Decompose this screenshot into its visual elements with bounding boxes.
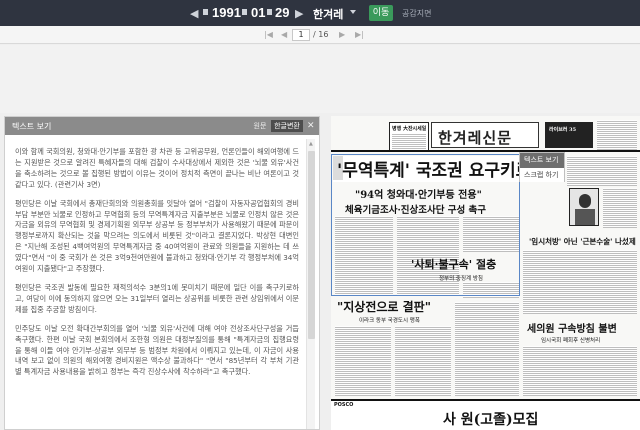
last-page-icon[interactable]: ▶| — [355, 30, 364, 39]
scroll-thumb[interactable] — [308, 151, 315, 339]
arrest-headline: 세의원 구속방침 불변 — [527, 324, 617, 335]
text-scrollbar[interactable]: ▲ — [306, 139, 315, 429]
year-stepper-icon[interactable] — [203, 9, 208, 15]
article-paragraph: 평민당은 국조권 발동에 필요한 재적의석수 3분의1에 못미치기 때문에 일단… — [15, 282, 299, 314]
guide-link[interactable]: 공감지면 — [402, 8, 431, 19]
promo-label: 라이브러 35 — [549, 127, 577, 133]
original-text-button[interactable]: 원문 — [249, 120, 271, 132]
selected-article-outline[interactable] — [331, 154, 520, 296]
newspaper-select[interactable]: 한겨레 — [313, 6, 343, 22]
text-view-panel: 텍스트 보기 원문 한글변환 ✕ 이와 함께 국회의원, 청와대·안기부를 포함… — [4, 116, 320, 430]
text-view-header: 텍스트 보기 원문 한글변환 ✕ — [5, 117, 319, 135]
bottom-headline: "지상전으로 결판" — [337, 300, 431, 314]
date-toolbar: ◀ 1991 01 29 ▶ 한겨레 이동 공감지면 — [0, 0, 640, 26]
promo-box-right: 라이브러 35 — [545, 122, 593, 148]
page-total: / 16 — [313, 30, 329, 39]
go-button[interactable]: 이동 — [369, 5, 393, 21]
article-paragraph: 이와 함께 국회의원, 청와대·안기부를 포함한 광 차관 등 고위공무원, 언… — [15, 147, 299, 189]
event-label: 병행 大잔시세일 — [392, 126, 427, 132]
article-text: 이와 함께 국회의원, 청와대·안기부를 포함한 광 차관 등 고위공무원, 언… — [5, 137, 305, 429]
hangul-convert-button[interactable]: 한글변환 — [271, 120, 303, 132]
month-stepper-icon[interactable] — [242, 9, 247, 15]
article-popup-menu: 텍스트 보기 스크랩 하기 — [519, 152, 565, 182]
newspaper-masthead: 한겨레신문 — [431, 122, 539, 148]
popup-text-view[interactable]: 텍스트 보기 — [520, 153, 564, 168]
chevron-down-icon[interactable] — [350, 10, 356, 14]
article-paragraph: 민주당도 이날 오전 확대간부회의를 열어 '뇌물 외유'사건에 대해 여야 전… — [15, 323, 299, 377]
page-navigation: |◀ ◀ 1 / 16 ▶ ▶| — [0, 26, 640, 44]
month-field[interactable]: 01 — [251, 5, 265, 20]
day-field[interactable]: 29 — [275, 5, 289, 20]
right-headline: '임시처방' 아닌 '근본수술' 나섰제 — [529, 237, 636, 246]
posco-logo: POSCO — [334, 402, 354, 408]
page-number-input[interactable]: 1 — [292, 29, 310, 41]
portrait-photo — [569, 188, 599, 226]
year-field[interactable]: 1991 — [212, 5, 241, 20]
scroll-up-icon[interactable]: ▲ — [309, 141, 313, 147]
newspaper-page-image[interactable]: 병행 大잔시세일 한겨레신문 라이브러 35 '무역특계' 국조권 요구키로 "… — [331, 116, 640, 430]
arrest-subhead: 임시국회 폐회후 신병처리 — [541, 338, 601, 344]
ad-headline: 사 원(고졸)모집 — [443, 412, 539, 428]
next-page-icon[interactable]: ▶ — [339, 30, 345, 39]
prev-page-icon[interactable]: ◀ — [281, 30, 287, 39]
day-stepper-icon[interactable] — [267, 9, 272, 15]
text-view-title: 텍스트 보기 — [12, 122, 52, 131]
close-icon[interactable]: ✕ — [307, 120, 315, 132]
first-page-icon[interactable]: |◀ — [264, 30, 273, 39]
bottom-subhead: 이라크 동부 국경도시 맹폭 — [359, 318, 420, 324]
prev-year-icon[interactable]: ◀ — [190, 7, 198, 20]
masthead-text: 한겨레신문 — [438, 129, 513, 147]
popup-scrap[interactable]: 스크랩 하기 — [520, 168, 564, 182]
posco-advertisement: POSCO 사 원(고졸)모집 — [331, 399, 640, 430]
next-day-icon[interactable]: ▶ — [295, 7, 303, 20]
article-paragraph: 평민당은 이날 국회에서 총재단회의와 의원총회를 잇달아 열어 "검찰이 자동… — [15, 198, 299, 274]
viewer-background — [0, 45, 640, 113]
promo-box-left: 병행 大잔시세일 — [389, 122, 429, 152]
